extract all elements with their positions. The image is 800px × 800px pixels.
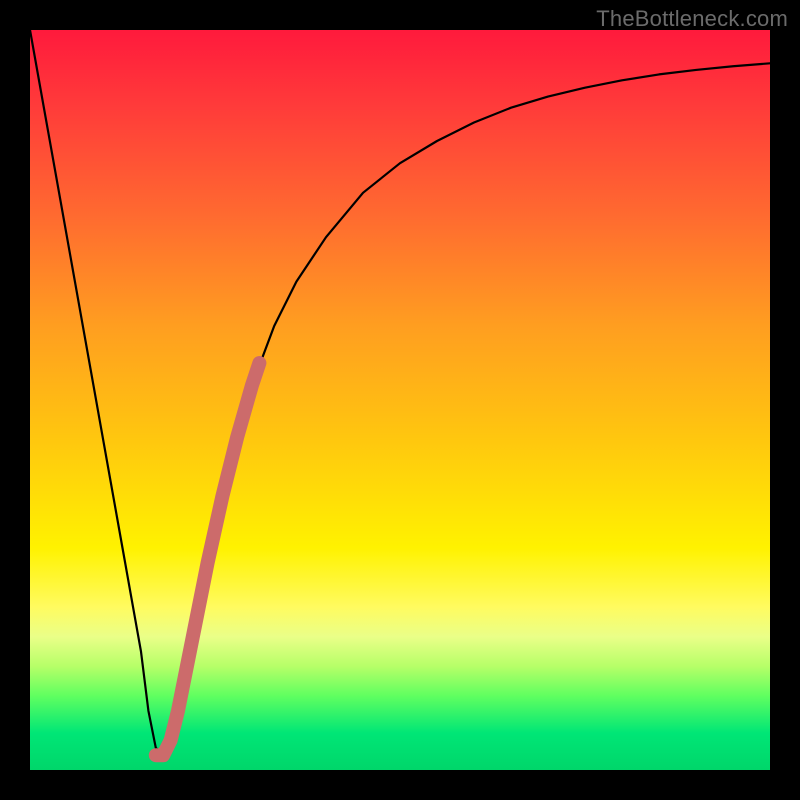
bottleneck-curve xyxy=(30,30,770,755)
watermark-text: TheBottleneck.com xyxy=(596,6,788,32)
overlay-segment xyxy=(156,363,260,755)
chart-svg xyxy=(30,30,770,770)
chart-stage: TheBottleneck.com xyxy=(0,0,800,800)
plot-area xyxy=(30,30,770,770)
